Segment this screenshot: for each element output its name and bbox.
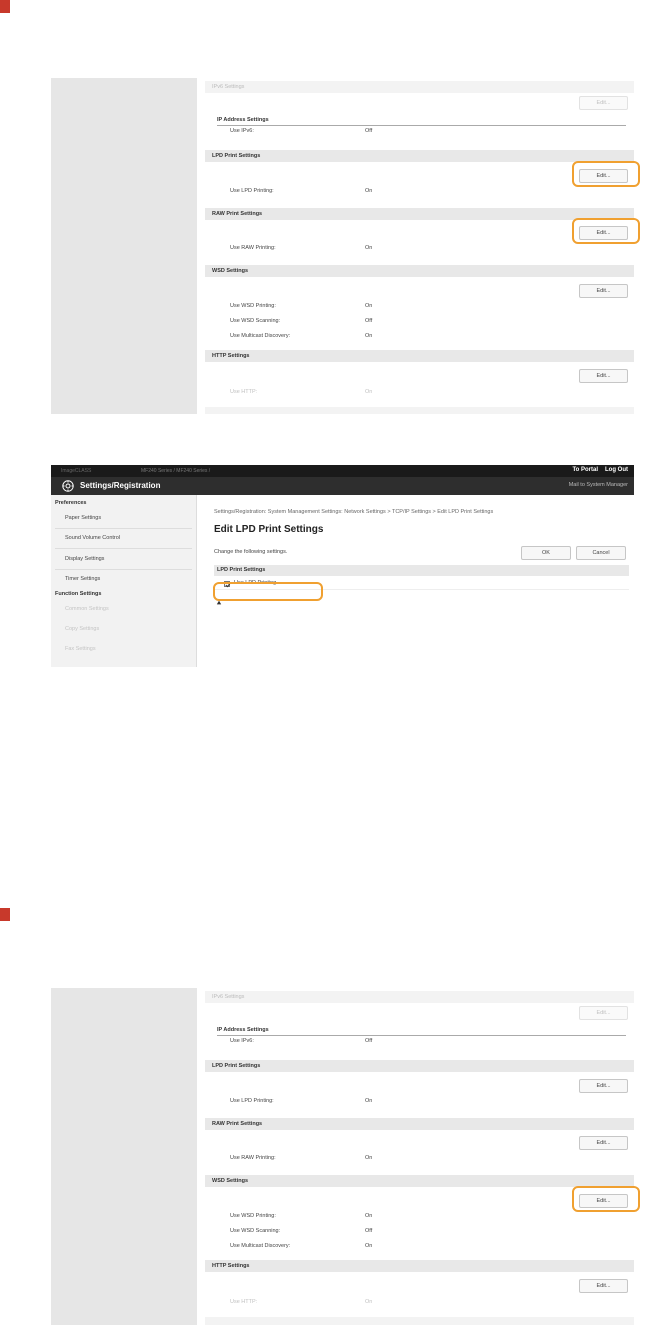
- step-marker: [0, 908, 10, 921]
- ipv6-settings-header: IPv6 Settings: [205, 991, 634, 1003]
- top-bar: ImageCLASS MF240 Series / MF240 Series /…: [51, 465, 634, 477]
- sidebar-item-display-settings[interactable]: Display Settings: [65, 556, 104, 562]
- sidebar-nav: Preferences Paper Settings Sound Volume …: [51, 495, 197, 667]
- sidebar-item-paper-settings[interactable]: Paper Settings: [65, 515, 101, 521]
- sidebar-item-fax-settings[interactable]: Fax Settings: [65, 646, 96, 652]
- use-http-value: On: [365, 389, 373, 395]
- divider: [55, 569, 192, 570]
- use-wsd-scanning-value: Off: [365, 1228, 373, 1234]
- use-ipv6-label: Use IPv6:: [230, 1038, 254, 1044]
- page-title: Edit LPD Print Settings: [214, 524, 324, 535]
- use-raw-printing-label: Use RAW Printing:: [230, 1155, 276, 1161]
- use-wsd-scanning-value: Off: [365, 318, 373, 324]
- cancel-button[interactable]: Cancel: [576, 546, 626, 560]
- tcpip-settings-panel-wsd: IPv6 Settings Edit... IP Address Setting…: [51, 988, 634, 1325]
- ipv6-edit-button[interactable]: Edit...: [579, 96, 628, 110]
- breadcrumb: Settings/Registration: System Management…: [214, 509, 494, 515]
- lpd-edit-button[interactable]: Edit...: [579, 169, 628, 183]
- use-lpd-printing-value: On: [365, 188, 373, 194]
- wsd-settings-header: WSD Settings: [205, 1175, 634, 1187]
- use-ipv6-value: Off: [365, 128, 373, 134]
- use-raw-printing-label: Use RAW Printing:: [230, 245, 276, 251]
- scroll-to-top-icon[interactable]: [216, 599, 222, 605]
- use-lpd-printing-value: On: [365, 1098, 373, 1104]
- settings-gear-icon: [62, 480, 74, 492]
- instruction-text: Change the following settings.: [214, 549, 288, 555]
- divider: [55, 548, 192, 549]
- use-wsd-scanning-label: Use WSD Scanning:: [230, 1228, 281, 1234]
- use-multicast-discovery-label: Use Multicast Discovery:: [230, 1243, 291, 1249]
- settings-header: Settings/Registration Mail to System Man…: [51, 477, 634, 495]
- use-ipv6-value: Off: [365, 1038, 373, 1044]
- divider: [55, 528, 192, 529]
- to-portal-link[interactable]: To Portal: [572, 467, 598, 473]
- wsd-edit-button[interactable]: Edit...: [579, 284, 628, 298]
- checkmark-icon: [225, 582, 231, 588]
- settings-content: IPv6 Settings Edit... IP Address Setting…: [197, 988, 634, 1325]
- use-multicast-discovery-value: On: [365, 1243, 373, 1249]
- http-settings-header: HTTP Settings: [205, 1260, 634, 1272]
- device-name: ImageCLASS: [61, 468, 92, 474]
- lpd-print-settings-section: LPD Print Settings: [214, 565, 629, 576]
- ip-address-settings-heading: IP Address Settings: [217, 1027, 269, 1033]
- divider: [217, 1035, 626, 1036]
- use-wsd-printing-label: Use WSD Printing:: [230, 1213, 276, 1219]
- remote-ui-window: ImageCLASS MF240 Series / MF240 Series /…: [51, 465, 634, 667]
- ok-button[interactable]: OK: [521, 546, 571, 560]
- raw-print-settings-header: RAW Print Settings: [205, 1118, 634, 1130]
- step-marker: [0, 0, 10, 13]
- preferences-group-label: Preferences: [55, 500, 87, 506]
- use-raw-printing-value: On: [365, 1155, 373, 1161]
- sidebar-item-common-settings[interactable]: Common Settings: [65, 606, 109, 612]
- use-lpd-printing-label: Use LPD Printing: [234, 580, 277, 586]
- device-series: MF240 Series / MF240 Series /: [141, 468, 211, 474]
- use-wsd-printing-label: Use WSD Printing:: [230, 303, 276, 309]
- ipv6-settings-header: IPv6 Settings: [205, 81, 634, 93]
- settings-content: IPv6 Settings Edit... IP Address Setting…: [197, 78, 634, 414]
- mail-system-manager-link[interactable]: Mail to System Manager: [569, 482, 628, 488]
- tcpip-settings-panel: IPv6 Settings Edit... IP Address Setting…: [51, 78, 634, 414]
- use-lpd-printing-label: Use LPD Printing:: [230, 1098, 274, 1104]
- next-section-header: [205, 1317, 634, 1325]
- raw-edit-button[interactable]: Edit...: [579, 1136, 628, 1150]
- settings-sidebar: [51, 988, 197, 1325]
- use-http-label: Use HTTP:: [230, 389, 258, 395]
- use-http-label: Use HTTP:: [230, 1299, 258, 1305]
- use-lpd-printing-row: Use LPD Printing: [214, 577, 629, 590]
- lpd-print-settings-header: LPD Print Settings: [205, 1060, 634, 1072]
- main-content: Settings/Registration: System Management…: [197, 495, 634, 667]
- use-lpd-printing-label: Use LPD Printing:: [230, 188, 274, 194]
- use-lpd-printing-checkbox[interactable]: [224, 581, 231, 588]
- sidebar-item-copy-settings[interactable]: Copy Settings: [65, 626, 99, 632]
- use-multicast-discovery-value: On: [365, 333, 373, 339]
- sidebar-item-sound-volume-control[interactable]: Sound Volume Control: [65, 535, 120, 541]
- use-raw-printing-value: On: [365, 245, 373, 251]
- settings-sidebar: [51, 78, 197, 414]
- http-edit-button[interactable]: Edit...: [579, 1279, 628, 1293]
- raw-edit-button[interactable]: Edit...: [579, 226, 628, 240]
- wsd-settings-header: WSD Settings: [205, 265, 634, 277]
- function-settings-group-label: Function Settings: [55, 591, 102, 597]
- log-out-link[interactable]: Log Out: [605, 467, 628, 473]
- use-wsd-scanning-label: Use WSD Scanning:: [230, 318, 281, 324]
- divider: [217, 125, 626, 126]
- raw-print-settings-header: RAW Print Settings: [205, 208, 634, 220]
- http-edit-button[interactable]: Edit...: [579, 369, 628, 383]
- ip-address-settings-heading: IP Address Settings: [217, 117, 269, 123]
- http-settings-header: HTTP Settings: [205, 350, 634, 362]
- use-ipv6-label: Use IPv6:: [230, 128, 254, 134]
- sidebar-item-timer-settings[interactable]: Timer Settings: [65, 576, 100, 582]
- wsd-edit-button[interactable]: Edit...: [579, 1194, 628, 1208]
- settings-title: Settings/Registration: [80, 481, 161, 490]
- use-wsd-printing-value: On: [365, 1213, 373, 1219]
- next-section-header: [205, 407, 634, 414]
- lpd-edit-button[interactable]: Edit...: [579, 1079, 628, 1093]
- ipv6-edit-button[interactable]: Edit...: [579, 1006, 628, 1020]
- use-http-value: On: [365, 1299, 373, 1305]
- use-wsd-printing-value: On: [365, 303, 373, 309]
- lpd-print-settings-header: LPD Print Settings: [205, 150, 634, 162]
- use-multicast-discovery-label: Use Multicast Discovery:: [230, 333, 291, 339]
